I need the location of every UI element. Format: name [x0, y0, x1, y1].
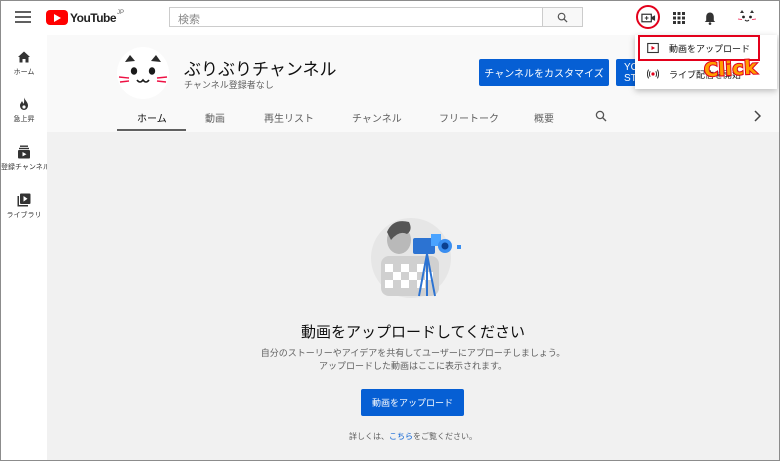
help-suffix: をご覧ください。	[413, 432, 477, 441]
logo-text: YouTube	[70, 10, 117, 25]
upload-video-button[interactable]: 動画をアップロード	[361, 389, 464, 416]
tabs-scroll-right-button[interactable]	[753, 109, 762, 127]
customize-channel-button[interactable]: チャンネルをカスタマイズ	[479, 59, 609, 86]
account-avatar[interactable]	[736, 7, 758, 29]
cat-face-icon	[118, 48, 168, 98]
notifications-button[interactable]	[701, 9, 719, 27]
youtube-channel-page: YouTube JP 検索 ホーム 急上昇 登録チャンネル ライブラリ ぶりぶり…	[0, 0, 780, 461]
sidebar-item-label: ホーム	[13, 69, 35, 76]
tab-home[interactable]: ホーム	[137, 110, 167, 125]
channel-search-button[interactable]	[595, 109, 607, 127]
tab-playlists[interactable]: 再生リスト	[264, 110, 314, 125]
channel-tabs: ホーム 動画 再生リスト チャンネル フリートーク 概要	[47, 101, 779, 132]
library-icon	[17, 193, 31, 207]
empty-state-description: 自分のストーリーやアイデアを共有してユーザーにアプローチしましょう。 アップロー…	[47, 347, 779, 373]
apps-button[interactable]	[670, 9, 688, 27]
channel-name: ぶりぶりチャンネル	[184, 60, 337, 79]
menu-icon[interactable]	[15, 11, 31, 23]
chevron-right-icon	[754, 110, 762, 122]
click-annotation: Click	[702, 56, 758, 83]
tab-free-talk[interactable]: フリートーク	[439, 110, 499, 125]
camera-operator-illustration	[371, 218, 461, 298]
sidebar-item-trending[interactable]: 急上昇	[1, 97, 47, 124]
top-bar: YouTube JP 検索	[1, 1, 779, 35]
live-icon	[647, 69, 659, 79]
subscriptions-icon	[18, 145, 30, 159]
channel-avatar[interactable]	[117, 47, 169, 99]
cat-avatar-icon	[736, 7, 758, 29]
search-input[interactable]: 検索	[169, 7, 543, 27]
empty-state-title: 動画をアップロードしてください	[300, 324, 526, 341]
search-button[interactable]	[542, 7, 583, 27]
empty-state-line-1: 自分のストーリーやアイデアを共有してユーザーにアプローチしましょう。	[260, 348, 566, 358]
sidebar-item-label: 急上昇	[13, 116, 35, 123]
search-icon	[557, 12, 568, 23]
help-text: 詳しくは、こちらをご覧ください。	[47, 431, 779, 442]
video-camera-icon	[640, 13, 655, 23]
tab-channels[interactable]: チャンネル	[352, 110, 402, 125]
apps-grid-icon	[673, 12, 685, 24]
flame-icon	[20, 97, 28, 110]
search-icon	[595, 110, 607, 122]
bell-icon	[704, 12, 716, 25]
sidebar: ホーム 急上昇 登録チャンネル ライブラリ	[1, 35, 50, 460]
sidebar-item-label: ライブラリ	[6, 212, 42, 219]
channel-content-area: 動画をアップロードしてください 自分のストーリーやアイデアを共有してユーザーにア…	[47, 132, 779, 460]
tab-about[interactable]: 概要	[534, 110, 554, 125]
sidebar-item-library[interactable]: ライブラリ	[1, 193, 47, 220]
help-link[interactable]: こちら	[389, 432, 413, 441]
logo-region: JP	[117, 9, 125, 16]
sidebar-item-subscriptions[interactable]: 登録チャンネル	[1, 145, 50, 172]
sidebar-item-label: 登録チャンネル	[1, 164, 50, 171]
youtube-play-icon	[46, 10, 68, 25]
create-video-button[interactable]	[639, 9, 657, 27]
youtube-logo[interactable]: YouTube JP	[46, 10, 124, 25]
active-tab-indicator	[117, 129, 186, 131]
sidebar-item-home[interactable]: ホーム	[1, 50, 47, 77]
empty-state-line-2: アップロードした動画はここに表示されます。	[318, 361, 508, 371]
subscriber-count: チャンネル登録者なし	[184, 80, 274, 90]
help-prefix: 詳しくは、	[349, 432, 389, 441]
tab-videos[interactable]: 動画	[205, 110, 225, 125]
home-icon	[18, 51, 30, 63]
